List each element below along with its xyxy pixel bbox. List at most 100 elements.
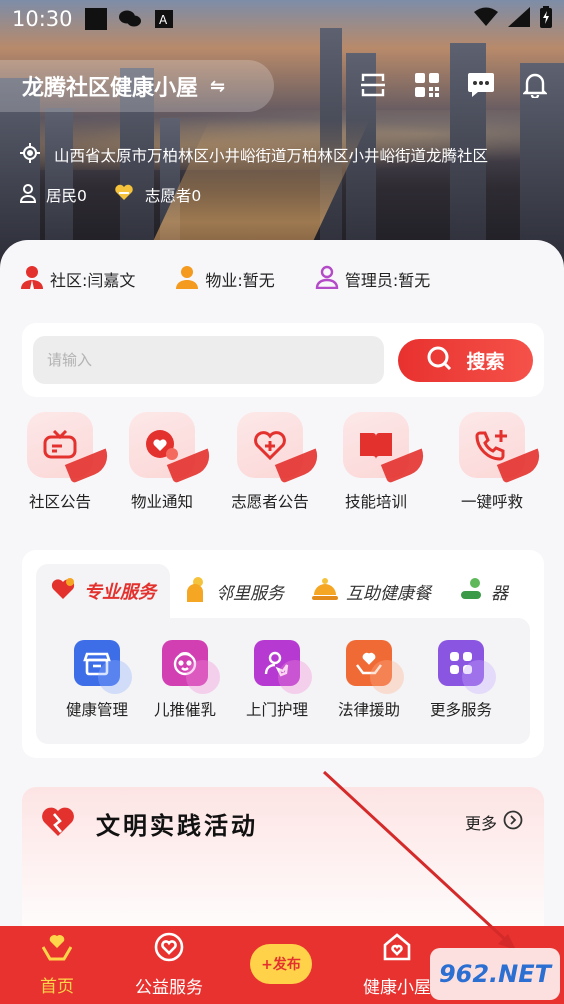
tab-neighbor-service-label: 邻里服务 <box>216 583 284 604</box>
home-hands-icon <box>41 933 73 966</box>
community-stats: 居民0 志愿者0 <box>19 183 227 207</box>
swap-icon: ⇋ <box>210 75 226 97</box>
service-home-nursing-label: 上门护理 <box>245 701 308 719</box>
battery-icon <box>540 5 552 33</box>
volunteers-stat: 志愿者0 <box>113 184 201 206</box>
role-community: 社区:闫嘉文 <box>20 265 135 293</box>
activity-more-link[interactable]: 更多 <box>465 810 523 834</box>
quick-property-notice[interactable]: 物业通知 <box>120 412 216 512</box>
publish-button[interactable]: +发布 <box>250 944 312 984</box>
search-input[interactable] <box>33 336 384 384</box>
meal-icon <box>312 577 338 606</box>
tab-neighbor-service[interactable]: 邻里服务 <box>170 564 298 618</box>
neighbor-icon <box>184 576 208 607</box>
chevron-right-circle-icon <box>503 810 523 834</box>
role-admin-label: 管理员:暂无 <box>344 271 431 290</box>
community-switcher[interactable]: 龙腾社区健康小屋 ⇋ <box>0 60 274 112</box>
tab-equipment-label: 器 <box>491 583 508 604</box>
broken-heart-icon <box>40 804 76 842</box>
quick-volunteer-notice-label: 志愿者公告 <box>231 493 309 511</box>
service-more-label: 更多服务 <box>429 701 492 719</box>
phone-plus-icon <box>459 412 546 484</box>
residents-count: 居民0 <box>46 187 87 205</box>
community-roles: 社区:闫嘉文 物业:暂无 管理员:暂无 <box>20 265 470 293</box>
role-property: 物业:暂无 <box>175 265 275 293</box>
announcement-icon <box>27 412 114 484</box>
service-more[interactable]: 更多服务 <box>416 640 506 720</box>
wechat-icon <box>118 9 141 29</box>
search-button-label: 搜索 <box>466 351 505 373</box>
nav-health-house[interactable]: 健康小屋 <box>352 926 442 1004</box>
wifi-icon <box>474 7 498 32</box>
service-home-nursing[interactable]: 上门护理 <box>232 640 322 720</box>
nav-home-label: 首页 <box>40 977 74 997</box>
quick-skill-training[interactable]: 技能培训 <box>336 412 430 512</box>
health-box-icon <box>74 640 132 694</box>
signal-icon <box>508 6 530 32</box>
service-infant-massage-label: 儿推催乳 <box>153 701 216 719</box>
service-tabs: 专业服务 邻里服务 互助健康餐 器 <box>36 564 530 618</box>
community-person-icon <box>20 265 44 293</box>
nav-charity[interactable]: 公益服务 <box>124 926 214 1004</box>
scan-icon[interactable] <box>358 70 388 100</box>
nav-charity-label: 公益服务 <box>135 978 203 998</box>
quick-announcement[interactable]: 社区公告 <box>20 412 114 512</box>
search-button[interactable]: 搜索 <box>398 339 533 382</box>
book-icon <box>343 412 430 484</box>
qrcode-icon[interactable] <box>412 70 442 100</box>
location-icon <box>20 143 40 167</box>
volunteers-count: 志愿者0 <box>144 187 202 205</box>
residents-stat: 居民0 <box>19 183 87 207</box>
activity-more-label: 更多 <box>465 814 498 833</box>
page-title: 龙腾社区健康小屋 <box>22 76 199 101</box>
service-health-management[interactable]: 健康管理 <box>52 640 142 720</box>
activity-title: 文明实践活动 <box>96 811 258 840</box>
heart-hand-icon <box>113 184 135 206</box>
hero-banner <box>0 0 564 268</box>
volunteer-heart-icon <box>237 412 324 484</box>
role-admin: 管理员:暂无 <box>315 265 430 293</box>
quick-announcement-label: 社区公告 <box>28 493 91 511</box>
tab-mutual-meal[interactable]: 互助健康餐 <box>298 564 445 618</box>
admin-person-icon <box>315 265 339 293</box>
role-property-label: 物业:暂无 <box>205 271 275 290</box>
grid-icon <box>438 640 496 694</box>
equipment-icon <box>459 577 483 606</box>
role-community-label: 社区:闫嘉文 <box>50 271 136 290</box>
message-icon[interactable] <box>466 70 496 100</box>
charity-heart-icon <box>154 932 184 967</box>
a-icon: A <box>153 9 175 29</box>
tab-professional-service-label: 专业服务 <box>84 582 156 603</box>
baby-icon <box>162 640 220 694</box>
address-row: 山西省太原市万柏林区小井峪街道万柏林区小井峪街道龙腾社区 <box>20 143 488 167</box>
service-health-management-label: 健康管理 <box>65 701 128 719</box>
person-icon <box>19 183 37 207</box>
search-icon <box>426 345 452 376</box>
bell-icon[interactable] <box>520 70 550 100</box>
service-legal-aid-label: 法律援助 <box>337 701 400 719</box>
heart-hand-icon <box>50 577 76 606</box>
tab-professional-service[interactable]: 专业服务 <box>36 564 170 618</box>
top-actions <box>358 70 550 100</box>
quick-property-notice-label: 物业通知 <box>130 493 193 511</box>
service-legal-aid[interactable]: 法律援助 <box>324 640 414 720</box>
property-person-icon <box>175 265 199 293</box>
tab-mutual-meal-label: 互助健康餐 <box>346 583 431 604</box>
law-hand-icon <box>346 640 404 694</box>
tab-equipment[interactable]: 器 <box>445 564 522 618</box>
nav-home[interactable]: 首页 <box>22 926 92 1004</box>
notification-icon <box>84 8 107 30</box>
nurse-icon <box>254 640 312 694</box>
quick-volunteer-notice[interactable]: 志愿者公告 <box>222 412 324 512</box>
quick-skill-training-label: 技能培训 <box>344 493 407 511</box>
address-text: 山西省太原市万柏林区小井峪街道万柏林区小井峪街道龙腾社区 <box>54 147 489 165</box>
notice-heart-icon <box>129 412 216 484</box>
watermark-text: 962.NET <box>438 960 552 988</box>
nav-health-house-label: 健康小屋 <box>363 978 431 998</box>
watermark-logo: 962.NET <box>430 948 560 1000</box>
status-time: 10:30 <box>12 7 73 31</box>
quick-sos-call[interactable]: 一键呼救 <box>450 412 546 512</box>
service-infant-massage[interactable]: 儿推催乳 <box>140 640 230 720</box>
quick-sos-call-label: 一键呼救 <box>460 493 523 511</box>
svg-text:A: A <box>159 13 168 27</box>
